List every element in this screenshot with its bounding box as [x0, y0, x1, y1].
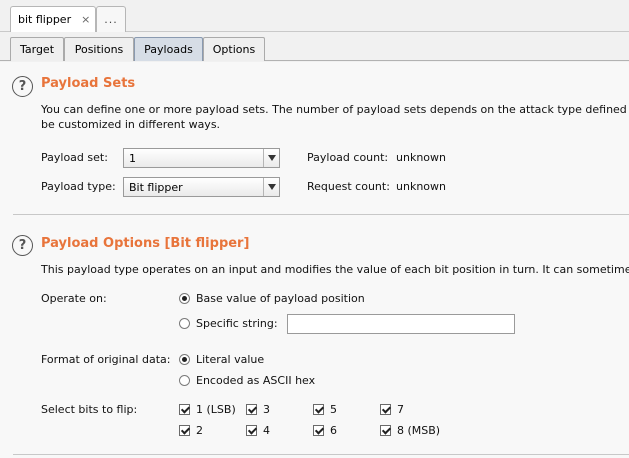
payloads-panel: ? Payload Sets You can define one or mor…	[0, 62, 629, 458]
checkbox-bit-1[interactable]	[179, 404, 190, 415]
bit-3-label: 3	[263, 403, 270, 416]
bit-4-label: 4	[263, 424, 270, 437]
checkbox-bit-5[interactable]	[313, 404, 324, 415]
payload-set-label: Payload set:	[41, 151, 108, 164]
bits-label: Select bits to flip:	[41, 403, 138, 416]
radio-base-value-label: Base value of payload position	[196, 292, 365, 305]
tab-positions[interactable]: Positions	[64, 37, 134, 61]
checkbox-bit-8[interactable]	[380, 425, 391, 436]
more-label: ...	[104, 13, 118, 26]
close-icon[interactable]: ×	[81, 13, 90, 26]
specific-string-input[interactable]	[287, 314, 515, 334]
payload-sets-title: Payload Sets	[41, 76, 136, 91]
radio-ascii-hex-label: Encoded as ASCII hex	[196, 374, 316, 387]
sub-tab-strip: Target Positions Payloads Options	[0, 32, 629, 61]
tab-payloads[interactable]: Payloads	[134, 37, 203, 61]
payload-sets-description-2: be customized in different ways.	[41, 118, 221, 131]
tab-options[interactable]: Options	[203, 37, 265, 61]
bit-5-label: 5	[330, 403, 337, 416]
bit-7-label: 7	[397, 403, 404, 416]
tab-target[interactable]: Target	[10, 37, 64, 61]
payload-set-select[interactable]: 1	[123, 148, 280, 168]
operate-on-label: Operate on:	[41, 292, 107, 305]
payload-options-description: This payload type operates on an input a…	[41, 263, 629, 276]
bit-2-label: 2	[196, 424, 203, 437]
tab-bit-flipper[interactable]: bit flipper ×	[10, 6, 96, 32]
bit-6-label: 6	[330, 424, 337, 437]
radio-specific-string[interactable]	[179, 318, 190, 329]
payload-count-label: Payload count:	[307, 151, 389, 164]
payload-type-value: Bit flipper	[129, 180, 183, 194]
radio-literal-value-label: Literal value	[196, 353, 265, 366]
top-tab-strip: bit flipper × ...	[0, 0, 629, 32]
checkbox-bit-4[interactable]	[246, 425, 257, 436]
payload-count-value: unknown	[396, 151, 446, 164]
tab-label: bit flipper	[18, 13, 72, 26]
help-icon[interactable]: ?	[12, 235, 33, 256]
payload-type-label: Payload type:	[41, 180, 116, 193]
chevron-down-icon	[263, 178, 279, 196]
checkbox-bit-2[interactable]	[179, 425, 190, 436]
request-count-value: unknown	[396, 180, 446, 193]
payload-set-value: 1	[129, 151, 136, 165]
bit-1-label: 1 (LSB)	[196, 403, 236, 416]
help-icon[interactable]: ?	[12, 76, 33, 97]
chevron-down-icon	[263, 149, 279, 167]
request-count-label: Request count:	[307, 180, 390, 193]
payload-sets-description: You can define one or more payload sets.…	[41, 103, 627, 116]
format-label: Format of original data:	[41, 353, 171, 366]
section-divider	[13, 214, 629, 215]
radio-literal-value[interactable]	[179, 354, 190, 365]
section-divider	[13, 454, 629, 455]
tab-more[interactable]: ...	[96, 6, 126, 32]
radio-ascii-hex[interactable]	[179, 375, 190, 386]
checkbox-bit-3[interactable]	[246, 404, 257, 415]
checkbox-bit-6[interactable]	[313, 425, 324, 436]
payload-options-title: Payload Options [Bit flipper]	[41, 236, 250, 251]
bit-8-label: 8 (MSB)	[397, 424, 441, 437]
payload-type-select[interactable]: Bit flipper	[123, 177, 280, 197]
radio-base-value[interactable]	[179, 293, 190, 304]
checkbox-bit-7[interactable]	[380, 404, 391, 415]
radio-specific-string-label: Specific string:	[196, 317, 278, 330]
